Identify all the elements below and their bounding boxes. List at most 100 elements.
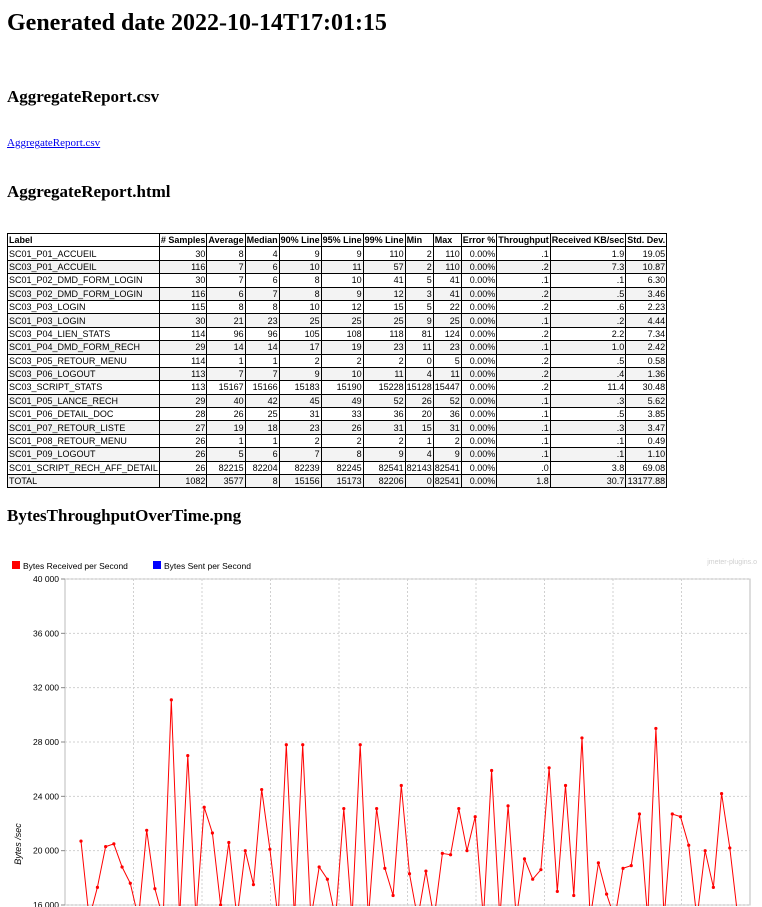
- table-cell: 33: [320, 407, 364, 422]
- table-cell: 1: [206, 353, 246, 368]
- table-cell: 1: [244, 353, 280, 368]
- table-cell: 2: [320, 433, 364, 449]
- table-cell: 9: [278, 366, 322, 382]
- data-point: [711, 885, 715, 889]
- table-cell: 1.0: [549, 340, 627, 355]
- table-cell: 19: [320, 340, 364, 355]
- y-tick-label: 20 000: [33, 846, 59, 856]
- table-cell: .1: [496, 393, 551, 409]
- csv-download-link[interactable]: AggregateReport.csv: [7, 137, 100, 149]
- table-cell: 0.00%: [460, 366, 498, 382]
- y-tick-label: 32 000: [33, 683, 59, 693]
- table-cell: 5: [404, 299, 434, 315]
- data-point: [358, 743, 362, 747]
- table-cell: 9: [404, 313, 434, 328]
- table-cell: 2: [362, 353, 406, 368]
- table-cell: .1: [549, 447, 627, 462]
- table-cell: 2: [278, 433, 322, 449]
- row-label: TOTAL: [7, 474, 160, 489]
- table-cell: .1: [549, 273, 627, 288]
- table-cell: 82143: [404, 460, 434, 476]
- table-cell: 105: [278, 326, 322, 342]
- table-row: SC01_P09_LOGOUT 26 5 6 7 8 9 4 9 0.00% .1.1 1.10: [7, 447, 668, 462]
- png-section-heading: BytesThroughputOverTime.png: [7, 506, 242, 525]
- table-cell: 96: [244, 326, 280, 342]
- data-point: [301, 743, 305, 747]
- data-point: [79, 839, 83, 843]
- y-axis: 16 000 20 000 24 000 28 000 32 000 36 000 40 0…: [33, 574, 65, 907]
- table-cell: 0.00%: [460, 326, 498, 342]
- table-cell: 0.00%: [460, 393, 498, 409]
- row-label: SC01_P06_DETAIL_DOC: [7, 407, 160, 422]
- table-cell: 9: [320, 246, 364, 261]
- table-cell: .2: [549, 313, 627, 328]
- table-cell: 82206: [362, 474, 406, 489]
- data-point: [572, 893, 576, 898]
- data-point: [145, 828, 149, 832]
- table-cell: 7: [244, 286, 280, 301]
- table-cell: 1: [244, 433, 280, 449]
- table-cell: 31: [362, 420, 406, 435]
- data-point: [243, 849, 247, 853]
- table-cell: 6.30: [625, 273, 668, 288]
- table-cell: .1: [496, 313, 551, 328]
- table-cell: 31: [432, 420, 462, 435]
- table-row: SC01_P04_DMD_FORM_RECH 29 14 14 17 19 23 11 23 0.…: [7, 340, 668, 355]
- data-point: [202, 805, 206, 809]
- table-cell: 26: [404, 393, 434, 409]
- table-cell: 82204: [244, 460, 280, 476]
- table-cell: .2: [496, 326, 551, 342]
- table-cell: 14: [244, 340, 280, 355]
- data-point: [506, 804, 510, 808]
- data-point: [448, 853, 453, 857]
- table-cell: 1: [206, 433, 246, 449]
- data-point: [153, 887, 157, 891]
- data-point: [219, 903, 223, 906]
- table-cell: 10.87: [625, 259, 668, 275]
- y-axis-label: Bytes /sec: [13, 823, 23, 865]
- table-cell: 26: [320, 420, 364, 435]
- table-cell: 3.8: [549, 460, 627, 476]
- table-cell: 108: [320, 326, 364, 342]
- page-title: Generated date 2022-10-14T17:01:15: [7, 10, 387, 36]
- table-cell: 15228: [362, 380, 406, 395]
- table-cell: 82215: [206, 460, 246, 476]
- table-cell: 21: [206, 313, 246, 328]
- data-point: [210, 831, 214, 835]
- table-cell: 30.7: [549, 474, 627, 489]
- legend-label: Bytes Received per Second: [23, 561, 128, 571]
- table-cell: 5: [206, 447, 246, 462]
- chart-watermark: jmeter-plugins.o: [706, 559, 757, 566]
- table-cell: 15447: [432, 380, 462, 395]
- table-cell: 0.00%: [460, 259, 498, 275]
- table-cell: 41: [432, 286, 462, 301]
- data-point: [251, 883, 256, 887]
- table-cell: 2.42: [625, 340, 668, 355]
- column-header: Std. Dev.: [625, 232, 668, 248]
- row-label: SC01_P09_LOGOUT: [7, 447, 160, 462]
- table-cell: 0.00%: [460, 313, 498, 328]
- table-cell: 15183: [278, 380, 322, 395]
- data-point: [227, 840, 231, 845]
- data-point: [670, 812, 674, 816]
- row-label: SC03_P04_LIEN_STATS: [7, 326, 160, 342]
- table-cell: 81: [404, 326, 434, 342]
- data-point: [120, 865, 124, 869]
- y-tick-label: 40 000: [33, 574, 59, 584]
- data-point: [719, 792, 724, 796]
- table-cell: 26: [206, 407, 246, 422]
- table-cell: 7: [278, 447, 322, 462]
- column-header: Throughput: [496, 232, 551, 248]
- column-header: 90% Line: [278, 232, 322, 248]
- table-cell: 2: [362, 433, 406, 449]
- table-cell: 7: [206, 273, 246, 288]
- table-cell: 15190: [320, 380, 364, 395]
- table-cell: 2: [278, 353, 322, 368]
- table-cell: 1: [404, 433, 434, 449]
- table-cell: 0.49: [625, 433, 668, 449]
- table-cell: 115: [158, 299, 208, 315]
- table-cell: 0.58: [625, 353, 668, 368]
- table-cell: .2: [496, 259, 551, 275]
- table-cell: 25: [244, 407, 280, 422]
- table-cell: 7.3: [549, 259, 627, 275]
